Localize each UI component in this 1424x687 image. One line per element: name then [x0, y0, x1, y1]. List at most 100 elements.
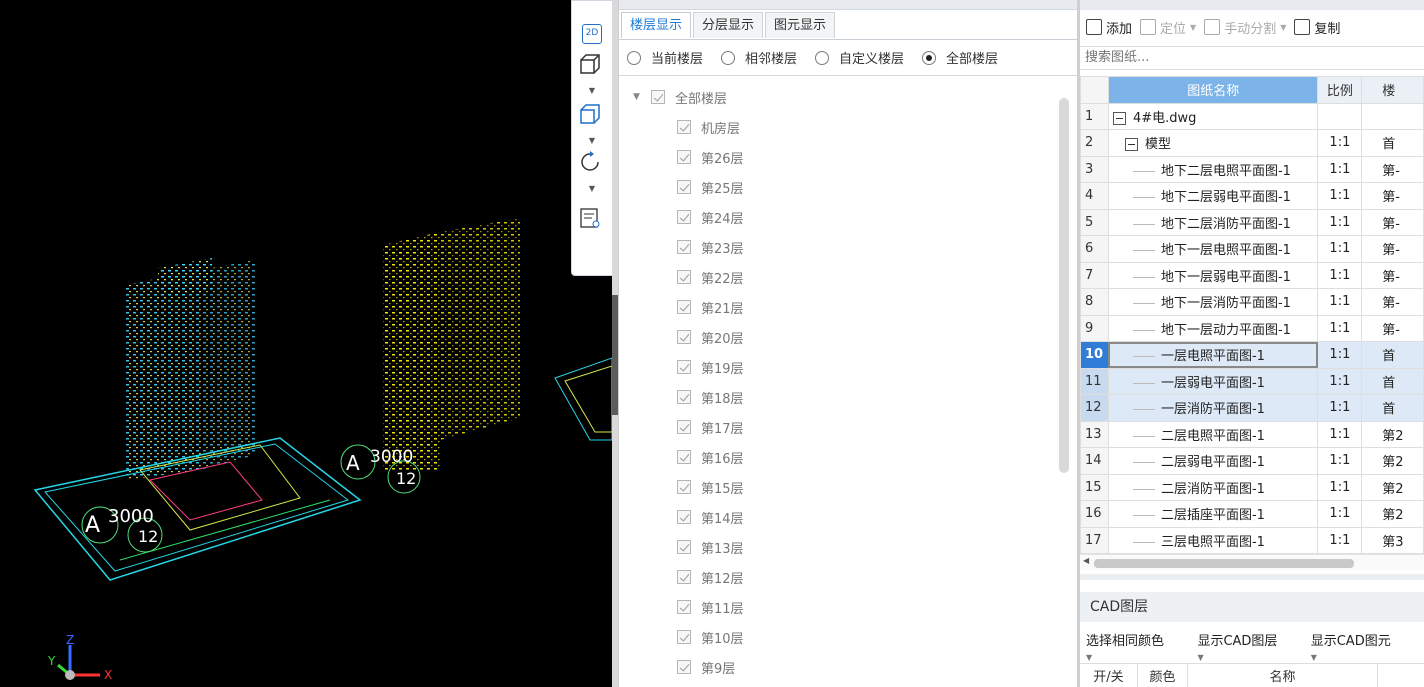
table-row[interactable]: 9 地下一层动力平面图-1 1:1 第-	[1080, 314, 1424, 342]
radio-adjacent-floor[interactable]: 相邻楼层	[721, 48, 797, 67]
floor-item[interactable]: 第26层	[677, 142, 744, 172]
checkbox[interactable]	[677, 600, 691, 614]
checkbox[interactable]	[677, 300, 691, 314]
horizontal-scrollbar[interactable]: ◀	[1080, 554, 1424, 570]
floor-item[interactable]: 第20层	[677, 322, 744, 352]
radio-circle[interactable]	[721, 50, 736, 65]
floor-item[interactable]: 第22层	[677, 262, 744, 292]
radio-circle[interactable]	[922, 50, 937, 65]
floor-item[interactable]: 第19层	[677, 352, 744, 382]
scale-cell[interactable]	[1317, 102, 1363, 130]
scale-cell[interactable]: 1:1	[1317, 314, 1363, 342]
checkbox[interactable]	[677, 450, 691, 464]
table-row[interactable]: 4 地下二层弱电平面图-1 1:1 第-	[1080, 182, 1424, 210]
view-box-button[interactable]	[579, 103, 605, 129]
scale-cell[interactable]: 1:1	[1317, 155, 1363, 183]
manual-split-button[interactable]: 手动分割 ▼	[1204, 18, 1286, 37]
table-row[interactable]: 6 地下一层电照平面图-1 1:1 第-	[1080, 235, 1424, 263]
scale-cell[interactable]: 1:1	[1317, 367, 1363, 395]
tab-layer-display[interactable]: 分层显示	[693, 12, 764, 38]
column-header-floor[interactable]: 楼	[1361, 76, 1424, 104]
checkbox[interactable]	[677, 570, 691, 584]
scale-cell[interactable]: 1:1	[1317, 420, 1363, 448]
rotate-button[interactable]	[579, 151, 605, 177]
floor-cell[interactable]: 首	[1361, 341, 1424, 369]
floor-item[interactable]: 第16层	[677, 442, 744, 472]
floor-cell[interactable]: 第-	[1361, 288, 1424, 316]
scale-cell[interactable]: 1:1	[1317, 182, 1363, 210]
view-3d-button[interactable]	[579, 53, 605, 79]
drawing-name-cell[interactable]: 地下二层电照平面图-1	[1107, 155, 1319, 183]
view-2d-button[interactable]: 2D	[579, 21, 605, 47]
table-row[interactable]: 12 一层消防平面图-1 1:1 首	[1080, 394, 1424, 422]
scale-cell[interactable]: 1:1	[1317, 129, 1363, 157]
drawing-search-input[interactable]: 搜索图纸...	[1080, 46, 1424, 70]
locate-button[interactable]: 定位 ▼	[1140, 18, 1196, 37]
floor-item[interactable]: 第11层	[677, 592, 744, 622]
floor-cell[interactable]: 第-	[1361, 155, 1424, 183]
table-row[interactable]: 8 地下一层消防平面图-1 1:1 第-	[1080, 288, 1424, 316]
copy-button[interactable]: 复制	[1294, 18, 1340, 37]
floor-cell[interactable]: 第-	[1361, 261, 1424, 289]
column-header-layer-name[interactable]: 名称	[1188, 663, 1378, 687]
checkbox[interactable]	[677, 510, 691, 524]
drawing-name-cell[interactable]: 二层消防平面图-1	[1107, 473, 1319, 501]
floor-item[interactable]: 第14层	[677, 502, 744, 532]
layer-list-button[interactable]	[579, 207, 605, 233]
checkbox[interactable]	[677, 390, 691, 404]
scroll-left-icon[interactable]: ◀	[1083, 556, 1089, 565]
drawing-name-cell[interactable]: 二层插座平面图-1	[1107, 500, 1319, 528]
radio-circle[interactable]	[627, 50, 641, 65]
floor-cell[interactable]: 第-	[1361, 208, 1424, 236]
radio-custom-floor[interactable]: 自定义楼层	[815, 48, 904, 67]
table-row[interactable]: 15 二层消防平面图-1 1:1 第2	[1080, 473, 1424, 501]
drawing-name-cell[interactable]: 一层消防平面图-1	[1107, 394, 1319, 422]
checkbox[interactable]	[677, 540, 691, 554]
column-header-color[interactable]: 颜色	[1138, 663, 1188, 687]
floor-item[interactable]: 第15层	[677, 472, 744, 502]
checkbox[interactable]	[677, 660, 691, 674]
drawing-name-cell[interactable]: 模型	[1107, 129, 1319, 157]
drawing-name-cell[interactable]: 一层弱电平面图-1	[1107, 367, 1319, 395]
column-header-name[interactable]: 图纸名称	[1107, 76, 1319, 104]
drawing-name-cell[interactable]: 二层弱电平面图-1	[1107, 447, 1319, 475]
column-header-scale[interactable]: 比例	[1317, 76, 1363, 104]
checkbox[interactable]	[677, 330, 691, 344]
drawing-name-cell[interactable]: 地下一层电照平面图-1	[1107, 235, 1319, 263]
checkbox[interactable]	[677, 480, 691, 494]
select-same-color-button[interactable]: 选择相同颜色 ▼	[1086, 630, 1187, 664]
floor-item[interactable]: 第21层	[677, 292, 744, 322]
drawing-name-cell[interactable]: 一层电照平面图-1	[1107, 341, 1319, 369]
scale-cell[interactable]: 1:1	[1317, 526, 1363, 554]
table-row[interactable]: 1 4#电.dwg	[1080, 102, 1424, 130]
collapse-icon[interactable]	[1124, 138, 1138, 152]
scale-cell[interactable]: 1:1	[1317, 500, 1363, 528]
floor-cell[interactable]: 第2	[1361, 473, 1424, 501]
column-header-toggle[interactable]: 开/关	[1080, 663, 1138, 687]
floor-cell[interactable]: 第2	[1361, 447, 1424, 475]
checkbox[interactable]	[677, 210, 691, 224]
tab-element-display[interactable]: 图元显示	[765, 12, 836, 38]
checkbox[interactable]	[677, 120, 691, 134]
scale-cell[interactable]: 1:1	[1317, 288, 1363, 316]
drawing-name-cell[interactable]: 二层电照平面图-1	[1107, 420, 1319, 448]
scale-cell[interactable]: 1:1	[1317, 261, 1363, 289]
collapse-icon[interactable]	[1112, 111, 1126, 125]
view-box-dropdown[interactable]: ▼	[586, 137, 598, 145]
tab-floor-display[interactable]: 楼层显示	[621, 12, 692, 38]
floor-item[interactable]: 第9层	[677, 652, 735, 682]
scale-cell[interactable]: 1:1	[1317, 341, 1363, 369]
checkbox[interactable]	[677, 180, 691, 194]
expand-arrow-icon[interactable]: ▼	[633, 92, 643, 102]
table-row[interactable]: 10 一层电照平面图-1 1:1 首	[1080, 341, 1424, 369]
drawing-name-cell[interactable]: 三层电照平面图-1	[1107, 526, 1319, 554]
floor-item[interactable]: 第17层	[677, 412, 744, 442]
table-row[interactable]: 11 一层弱电平面图-1 1:1 首	[1080, 367, 1424, 395]
scale-cell[interactable]: 1:1	[1317, 394, 1363, 422]
show-cad-element-button[interactable]: 显示CAD图元 ▼	[1311, 630, 1414, 664]
floor-cell[interactable]: 第-	[1361, 314, 1424, 342]
scroll-thumb[interactable]	[1094, 559, 1354, 568]
checkbox[interactable]	[677, 630, 691, 644]
radio-all-floors[interactable]: 全部楼层	[922, 48, 998, 67]
table-row[interactable]: 17 三层电照平面图-1 1:1 第3	[1080, 526, 1424, 554]
